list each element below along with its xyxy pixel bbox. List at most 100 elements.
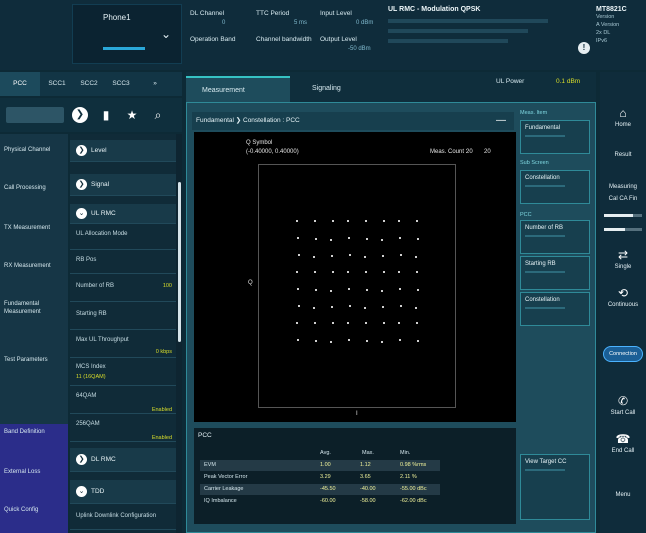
continuous-button[interactable]: ⟲ Continuous <box>600 286 646 308</box>
star-icon[interactable]: ★ <box>124 107 140 123</box>
jump-icon[interactable]: ▮ <box>98 107 114 123</box>
constellation-point <box>364 256 366 258</box>
param-value: Enabled <box>151 435 172 441</box>
category-item[interactable]: RX Measurement <box>0 258 68 298</box>
param-max-ul-throughput[interactable]: Max UL Throughput 0 kbps <box>70 332 176 358</box>
tab-scc2[interactable]: SCC2 <box>74 72 104 96</box>
constellation-point <box>297 339 299 341</box>
meas-item-button[interactable]: Fundamental <box>520 120 590 154</box>
param-group-signal[interactable]: ❯ Signal <box>70 174 176 196</box>
view-target-cc-button[interactable]: View Target CC <box>520 454 590 520</box>
single-button[interactable]: ⇄ Single <box>600 248 646 270</box>
button-label: Constellation <box>525 297 560 303</box>
row-min: -55.00 dBc <box>400 486 427 492</box>
menu-button[interactable]: Menu <box>600 492 646 498</box>
param-group-tdd[interactable]: ⌄ TDD <box>70 480 176 504</box>
category-item[interactable]: Physical Channel <box>0 142 68 182</box>
number-of-rb-button[interactable]: Number of RB <box>520 220 590 254</box>
constellation-point <box>330 341 332 343</box>
instrument-info: MT8821C Version A Version 2x DL IPv6 <box>596 6 646 66</box>
slider-fill <box>604 214 633 217</box>
table-header-row: Avg. Max. Min. <box>200 448 440 459</box>
phone-selector[interactable]: Phone1 ⌄ <box>72 4 182 64</box>
input-level-value: 0 dBm <box>356 20 374 26</box>
alert-icon[interactable]: ! <box>578 42 590 54</box>
home-button[interactable]: ⌂ Home <box>600 106 646 128</box>
param-label: UL RMC <box>91 210 116 217</box>
connection-toggle[interactable]: Connection <box>603 346 643 362</box>
param-rb-pos[interactable]: RB Pos <box>70 250 176 274</box>
category-item[interactable]: Quick Config <box>0 502 68 533</box>
results-section-label: PCC <box>198 432 212 439</box>
main-tab-bar: Measurement Signaling <box>186 72 596 102</box>
symbol-value: (-0.40000, 0.40000) <box>246 149 299 155</box>
chevron-down-icon: ⌄ <box>76 485 87 497</box>
constellation-point <box>415 256 417 258</box>
category-item[interactable]: Fundamental Measurement <box>0 296 68 336</box>
plot-frame <box>258 164 456 408</box>
constellation-plot: Q Symbol (-0.40000, 0.40000) Meas. Count… <box>194 132 516 422</box>
param-64qam[interactable]: 64QAM Enabled <box>70 388 176 414</box>
repeat-icon: ⟲ <box>617 286 629 300</box>
end-call-button[interactable]: ☎ End Call <box>600 432 646 454</box>
mode-label: Cal CA Fin <box>608 196 638 202</box>
row-avg: -60.00 <box>320 498 336 504</box>
param-ul-allocation-mode[interactable]: UL Allocation Mode <box>70 226 176 250</box>
starting-rb-button[interactable]: Starting RB <box>520 256 590 290</box>
phone-active-indicator <box>103 47 145 50</box>
header-bar: Phone1 ⌄ DL Channel 0 TTC Period 5 ms In… <box>0 0 646 70</box>
start-call-button[interactable]: ✆ Start Call <box>600 394 646 416</box>
category-item[interactable]: Call Processing <box>0 180 68 220</box>
tab-scc1[interactable]: SCC1 <box>42 72 72 96</box>
symbol-label: Q Symbol <box>246 140 273 146</box>
chevron-right-icon[interactable]: ❯ <box>72 107 88 123</box>
constellation-point <box>400 254 402 256</box>
minimize-icon[interactable]: — <box>496 112 506 130</box>
scrollbar-thumb[interactable] <box>178 182 181 342</box>
tab-scc3[interactable]: SCC3 <box>106 72 136 96</box>
category-filter-dropdown[interactable] <box>6 107 64 123</box>
row-name: IQ Imbalance <box>204 498 237 504</box>
tab-more[interactable]: » <box>140 72 170 96</box>
category-item[interactable]: Test Parameters <box>0 352 68 392</box>
tab-signaling[interactable]: Signaling <box>296 76 386 102</box>
tab-pcc[interactable]: PCC <box>0 72 40 96</box>
param-group-ul-rmc[interactable]: ⌄ UL RMC <box>70 204 176 224</box>
home-icon: ⌂ <box>619 106 627 120</box>
param-mcs-index[interactable]: MCS Index 11 (16QAM) <box>70 360 176 386</box>
level-slider[interactable] <box>604 228 642 231</box>
constellation-button[interactable]: Constellation <box>520 292 590 326</box>
constellation-point <box>330 239 332 241</box>
constellation-point <box>332 220 334 222</box>
level-slider[interactable] <box>604 214 642 217</box>
param-group-dl-rmc[interactable]: ❯ DL RMC <box>70 448 176 472</box>
button-underline <box>525 235 565 237</box>
constellation-point <box>297 237 299 239</box>
param-ul-dl-configuration[interactable]: Uplink Downlink Configuration <box>70 506 176 530</box>
row-avg: 1.00 <box>320 462 331 468</box>
result-button[interactable]: Result <box>600 152 646 158</box>
constellation-point <box>332 322 334 324</box>
sub-screen-button[interactable]: Constellation <box>520 170 590 204</box>
button-label: Number of RB <box>525 225 564 231</box>
param-group-level[interactable]: ❯ Level <box>70 140 176 162</box>
constellation-point <box>382 255 384 257</box>
param-number-of-rb[interactable]: Number of RB 100 <box>70 274 176 302</box>
constellation-point <box>348 237 350 239</box>
row-avg: -45.50 <box>320 486 336 492</box>
slider-fill <box>604 228 625 231</box>
category-item[interactable]: Band Definition <box>0 424 68 464</box>
category-item[interactable]: TX Measurement <box>0 220 68 260</box>
search-icon[interactable]: ⌕ <box>150 107 166 123</box>
param-label: Level <box>91 147 107 154</box>
constellation-point <box>365 271 367 273</box>
status-line <box>388 19 548 23</box>
tab-measurement[interactable]: Measurement <box>186 76 290 102</box>
param-256qam[interactable]: 256QAM Enabled <box>70 416 176 442</box>
chevron-down-icon: ⌄ <box>160 27 171 41</box>
param-starting-rb[interactable]: Starting RB <box>70 302 176 330</box>
category-item[interactable]: External Loss <box>0 464 68 504</box>
button-underline <box>525 135 565 137</box>
constellation-point <box>416 322 418 324</box>
ul-power-value: 0.1 dBm <box>556 78 581 85</box>
